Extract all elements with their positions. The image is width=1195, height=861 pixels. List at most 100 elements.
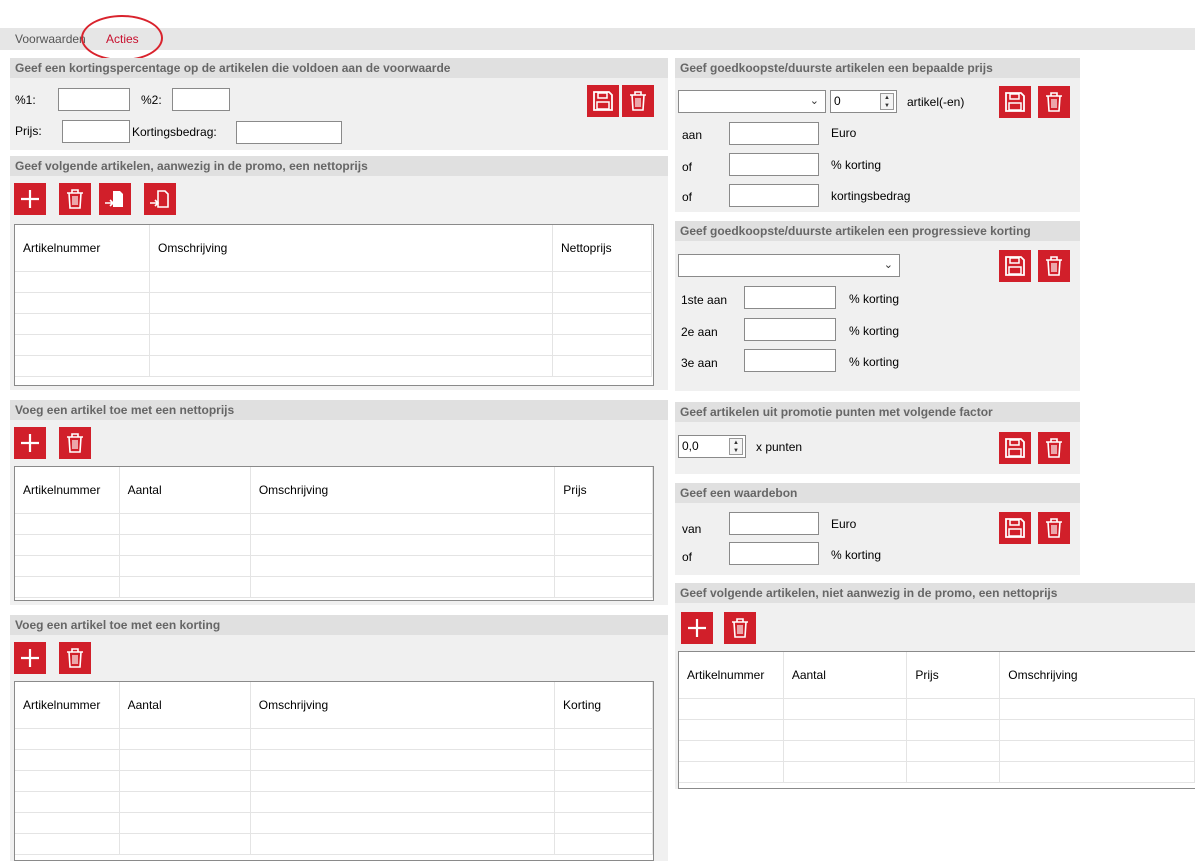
pct1-input[interactable]: [58, 88, 130, 111]
table-row[interactable]: [15, 534, 653, 556]
column-header[interactable]: Korting: [554, 682, 653, 729]
table-row[interactable]: [15, 812, 653, 834]
panel-bepaalde-prijs: Geef goedkoopste/duurste artikelen een b…: [675, 58, 1080, 212]
import-button[interactable]: [99, 183, 131, 215]
panel-artikel-korting: Voeg een artikel toe met een korting Art…: [10, 615, 668, 861]
van-input[interactable]: [729, 512, 819, 535]
table-row[interactable]: [679, 698, 1195, 720]
column-header[interactable]: Artikelnummer: [679, 652, 784, 699]
panel-title: Geef een kortingspercentage op de artike…: [10, 58, 668, 78]
column-header[interactable]: Omschrijving: [250, 467, 556, 514]
plus-icon: [21, 190, 39, 208]
niet-aanwezig-grid[interactable]: Artikelnummer Aantal Prijs Omschrijving: [678, 651, 1195, 789]
table-row[interactable]: [679, 719, 1195, 741]
save-button[interactable]: [587, 85, 619, 117]
chevron-down-icon: ⌄: [809, 95, 819, 107]
floppy-disk-icon: [593, 91, 613, 111]
table-row[interactable]: [15, 292, 652, 314]
arrow-down-icon[interactable]: ▼: [881, 102, 893, 110]
column-header[interactable]: Omschrijving: [999, 652, 1195, 699]
delete-button[interactable]: [59, 183, 91, 215]
add-button[interactable]: [681, 612, 713, 644]
save-button[interactable]: [999, 512, 1031, 544]
import-icon: [105, 191, 123, 207]
stepper-arrows[interactable]: ▲ ▼: [729, 438, 743, 455]
pct-korting-label: % korting: [831, 548, 882, 562]
save-button[interactable]: [999, 432, 1031, 464]
table-row[interactable]: [15, 555, 653, 577]
column-header[interactable]: Aantal: [119, 682, 251, 729]
artikel-nettoprijs-grid[interactable]: Artikelnummer Aantal Omschrijving Prijs: [14, 466, 654, 601]
row3-input[interactable]: [744, 349, 836, 372]
table-row[interactable]: [15, 334, 652, 356]
table-row[interactable]: [15, 355, 652, 377]
add-button[interactable]: [14, 642, 46, 674]
column-header[interactable]: Nettoprijs: [552, 225, 652, 272]
save-button[interactable]: [999, 250, 1031, 282]
row2-input[interactable]: [744, 318, 836, 341]
column-header[interactable]: Prijs: [906, 652, 1001, 699]
trash-icon: [732, 618, 748, 638]
table-row[interactable]: [15, 576, 653, 598]
prijs-label: Prijs:: [15, 124, 42, 138]
table-row[interactable]: [679, 740, 1195, 762]
floppy-disk-icon: [1005, 438, 1025, 458]
table-row[interactable]: [15, 833, 653, 855]
stepper-arrows[interactable]: ▲ ▼: [880, 93, 894, 110]
count-stepper[interactable]: 0 ▲ ▼: [830, 90, 897, 113]
arrow-down-icon[interactable]: ▼: [730, 447, 742, 455]
stepper-value: 0,0: [682, 439, 699, 453]
delete-button[interactable]: [1038, 250, 1070, 282]
kortingsbedrag-input[interactable]: [729, 184, 819, 207]
column-header[interactable]: Omschrijving: [149, 225, 553, 272]
prijs-input[interactable]: [62, 120, 130, 143]
row1-suffix: % korting: [849, 292, 900, 306]
column-header[interactable]: Artikelnummer: [15, 682, 120, 729]
sort-select[interactable]: ⌄: [678, 90, 826, 113]
row1-input[interactable]: [744, 286, 836, 309]
nettoprijs-promo-grid[interactable]: Artikelnummer Omschrijving Nettoprijs: [14, 224, 654, 386]
column-header[interactable]: Artikelnummer: [15, 225, 150, 272]
column-header[interactable]: Aantal: [119, 467, 251, 514]
table-row[interactable]: [679, 761, 1195, 783]
column-header[interactable]: Prijs: [554, 467, 653, 514]
pct-korting-input[interactable]: [729, 542, 819, 565]
column-header[interactable]: Aantal: [783, 652, 908, 699]
table-row[interactable]: [15, 770, 653, 792]
add-button[interactable]: [14, 427, 46, 459]
prijs-input[interactable]: [729, 122, 819, 145]
panel-title: Geef volgende artikelen, niet aanwezig i…: [675, 583, 1195, 603]
arrow-up-icon[interactable]: ▲: [881, 94, 893, 102]
table-row[interactable]: [15, 728, 653, 750]
add-button[interactable]: [14, 183, 46, 215]
arrow-up-icon[interactable]: ▲: [730, 439, 742, 447]
pct2-label: %2:: [141, 93, 162, 107]
column-header[interactable]: Omschrijving: [250, 682, 556, 729]
table-row[interactable]: [15, 749, 653, 771]
column-header[interactable]: Artikelnummer: [15, 467, 120, 514]
kortingsbedrag-input[interactable]: [236, 121, 342, 144]
stepper-value: 0: [834, 94, 841, 108]
delete-button[interactable]: [622, 85, 654, 117]
delete-button[interactable]: [59, 427, 91, 459]
table-row[interactable]: [15, 313, 652, 335]
pct2-input[interactable]: [172, 88, 230, 111]
delete-button[interactable]: [1038, 432, 1070, 464]
panel-progressief: Geef goedkoopste/duurste artikelen een p…: [675, 221, 1080, 391]
delete-button[interactable]: [1038, 86, 1070, 118]
delete-button[interactable]: [1038, 512, 1070, 544]
save-button[interactable]: [999, 86, 1031, 118]
table-row[interactable]: [15, 791, 653, 813]
table-row[interactable]: [15, 271, 652, 293]
pct-korting-input[interactable]: [729, 153, 819, 176]
factor-stepper[interactable]: 0,0 ▲ ▼: [678, 435, 746, 458]
of-label: of: [682, 190, 693, 204]
sort-select[interactable]: ⌄: [678, 254, 900, 277]
table-row[interactable]: [15, 513, 653, 535]
artikel-korting-grid[interactable]: Artikelnummer Aantal Omschrijving Kortin…: [14, 681, 654, 861]
delete-button[interactable]: [724, 612, 756, 644]
export-button[interactable]: [144, 183, 176, 215]
delete-button[interactable]: [59, 642, 91, 674]
tab-voorwaarden[interactable]: Voorwaarden: [15, 32, 86, 46]
of-label: of: [682, 160, 693, 174]
